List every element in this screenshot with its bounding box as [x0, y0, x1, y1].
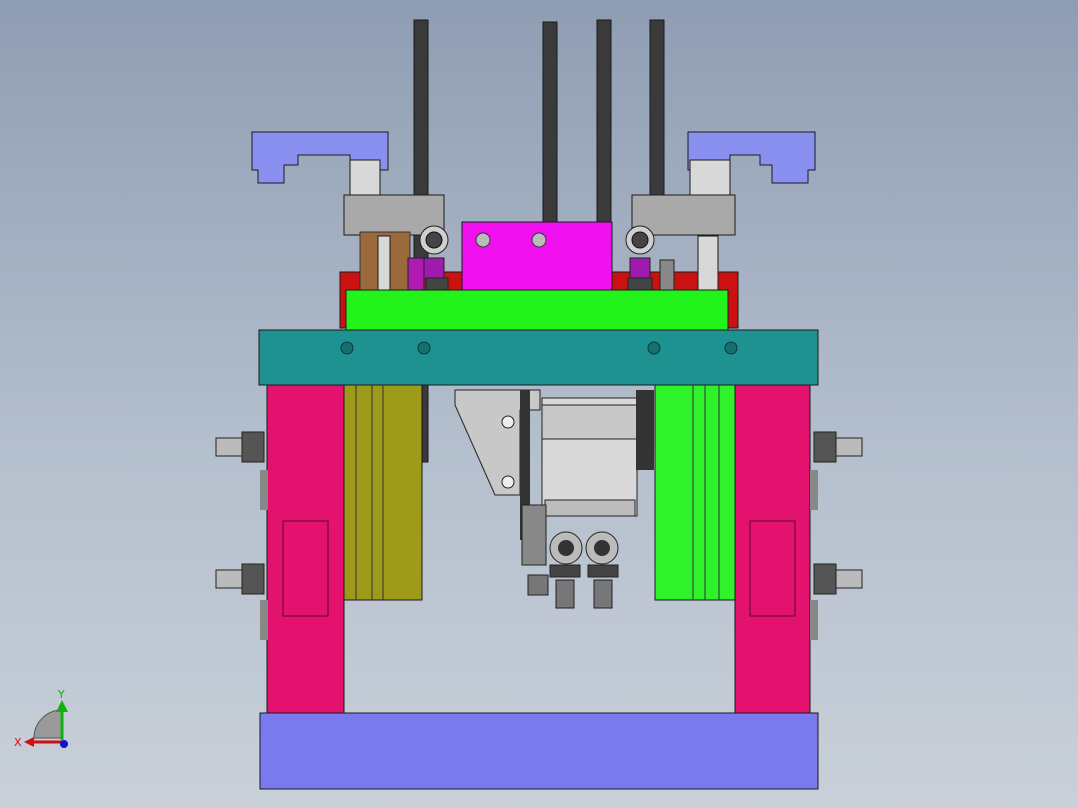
guide-rod-3 [596, 19, 612, 223]
coordinate-triad: Y X [14, 688, 68, 749]
right-cylinder [654, 384, 736, 601]
left-post [377, 235, 391, 291]
screw-head [531, 232, 547, 248]
left-pillar [266, 384, 345, 714]
right-pillar [734, 384, 811, 714]
right-post [697, 235, 719, 291]
center-gripper [454, 389, 654, 609]
assembly-front-view: Y X [14, 19, 863, 790]
base-plate [259, 712, 819, 790]
left-cylinder [343, 384, 423, 601]
screw-head [475, 232, 491, 248]
left-clamp [251, 131, 389, 201]
side-fittings-right [810, 431, 863, 640]
triad-plane [33, 709, 63, 739]
top-plate [345, 289, 729, 331]
fittings-right [625, 225, 675, 291]
cad-viewport[interactable]: Y X [0, 0, 1078, 808]
clamp-shaft-right [689, 159, 731, 201]
cross-plate [258, 329, 819, 386]
z-axis-dot [60, 740, 68, 748]
right-clamp [687, 131, 816, 201]
x-axis-label: X [14, 736, 22, 749]
magenta-block [461, 221, 613, 291]
side-fittings-left [215, 431, 268, 640]
y-axis-label: Y [57, 688, 65, 701]
guide-rod-2 [542, 21, 558, 223]
clamp-shaft-left [349, 159, 381, 201]
